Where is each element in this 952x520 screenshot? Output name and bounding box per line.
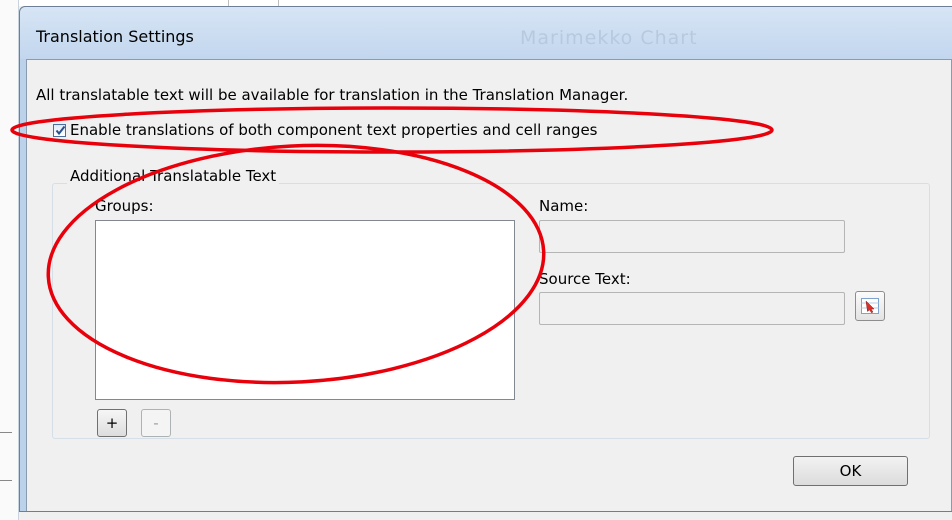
cell-picker-button[interactable] xyxy=(855,291,885,321)
description-text: All translatable text will be available … xyxy=(36,86,629,104)
enable-translations-label[interactable]: Enable translations of both component te… xyxy=(70,121,598,139)
title-bar[interactable]: Translation Settings Marimekko Chart xyxy=(20,7,952,59)
name-label: Name: xyxy=(539,197,589,215)
source-text-label: Source Text: xyxy=(539,270,631,288)
source-text-field[interactable] xyxy=(539,292,845,325)
remove-group-button[interactable]: - xyxy=(141,409,171,437)
dialog-title: Translation Settings xyxy=(36,27,194,46)
groupbox-legend: Additional Translatable Text xyxy=(67,167,280,185)
groups-label: Groups: xyxy=(95,197,154,215)
groups-listbox[interactable] xyxy=(95,220,515,400)
background-window-edge xyxy=(0,0,19,520)
enable-translations-checkbox[interactable] xyxy=(53,123,66,137)
name-field[interactable] xyxy=(539,220,845,253)
cell-picker-icon xyxy=(861,298,879,314)
enable-translations-row[interactable]: Enable translations of both component te… xyxy=(53,121,598,139)
translation-settings-dialog: Translation Settings Marimekko Chart All… xyxy=(19,6,952,512)
background-window-title: Marimekko Chart xyxy=(520,27,698,49)
checkmark-icon xyxy=(55,125,66,135)
ok-button[interactable]: OK xyxy=(793,456,908,486)
add-group-button[interactable]: + xyxy=(97,409,127,437)
dialog-content: All translatable text will be available … xyxy=(26,59,952,511)
